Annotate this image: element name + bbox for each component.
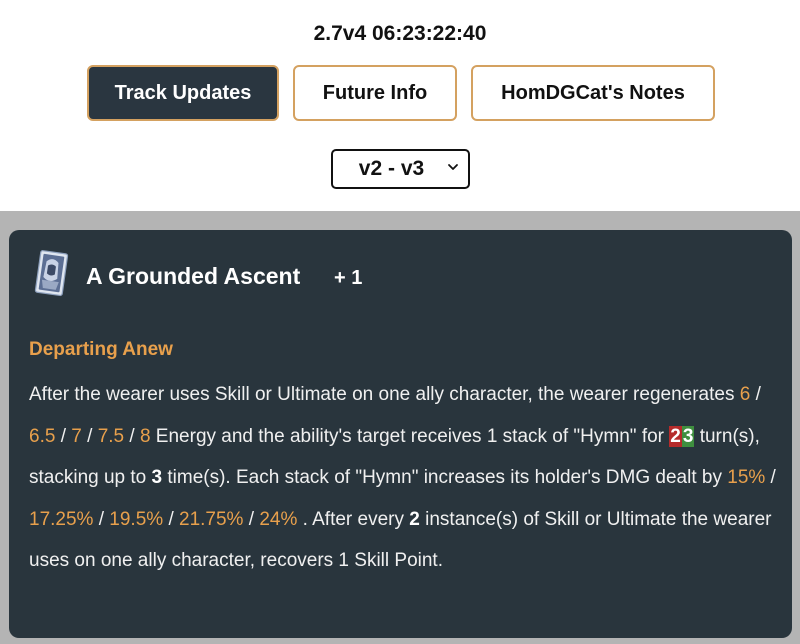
- tab-future-info[interactable]: Future Info: [293, 65, 457, 121]
- tab-track-updates[interactable]: Track Updates: [87, 65, 279, 121]
- energy-value: 6.5: [29, 425, 56, 447]
- dmg-value: 24%: [259, 508, 298, 530]
- dmg-value: 15%: [727, 467, 766, 488]
- energy-value: 6: [739, 384, 751, 405]
- value-separator: /: [163, 508, 180, 530]
- light-cone-card: A Grounded Ascent + 1 Departing Anew Aft…: [9, 230, 792, 638]
- tab-homdgcat-notes[interactable]: HomDGCat's Notes: [471, 65, 715, 121]
- energy-value: 7.5: [97, 425, 125, 447]
- version-select-value: v2 - v3: [358, 157, 425, 180]
- chevron-down-icon: [448, 164, 458, 170]
- effect-name: Departing Anew: [29, 339, 173, 360]
- max-stacks-value: 3: [151, 467, 163, 488]
- every-count-value: 2: [409, 508, 420, 530]
- value-separator: /: [55, 425, 72, 447]
- dmg-value: 17.25%: [29, 508, 94, 530]
- light-cone-name: A Grounded Ascent: [86, 263, 301, 289]
- value-separator: /: [765, 467, 776, 488]
- version-timestamp: 2.7v4 06:23:22:40: [313, 22, 487, 45]
- superimposition-rank: + 1: [334, 267, 363, 289]
- value-separator: /: [93, 508, 110, 530]
- version-select[interactable]: v2 - v3: [331, 149, 470, 189]
- effect-description: After the wearer uses Skill or Ultimate …: [29, 374, 779, 582]
- value-separator: /: [243, 508, 260, 530]
- duration-new-value: 3: [681, 425, 695, 447]
- desc-text-4: time(s). Each stack of "Hymn" increases …: [162, 467, 728, 488]
- duration-old-value: 2: [669, 425, 682, 447]
- value-separator: /: [81, 425, 98, 447]
- light-cone-icon: [34, 250, 69, 297]
- value-separator: /: [124, 425, 140, 447]
- energy-value: 7: [71, 425, 82, 447]
- desc-text-1: After the wearer uses Skill or Ultimate …: [29, 384, 740, 405]
- energy-value: 8: [139, 425, 151, 447]
- desc-text-2: Energy and the ability's target receives…: [150, 425, 670, 447]
- dmg-value: 21.75%: [179, 508, 244, 530]
- duration-diff: 23: [669, 424, 695, 450]
- desc-text-5: . After every: [297, 508, 410, 530]
- value-separator: /: [750, 384, 761, 405]
- dmg-value: 19.5%: [109, 508, 164, 530]
- top-panel: 2.7v4 06:23:22:40 Track Updates Future I…: [0, 0, 800, 211]
